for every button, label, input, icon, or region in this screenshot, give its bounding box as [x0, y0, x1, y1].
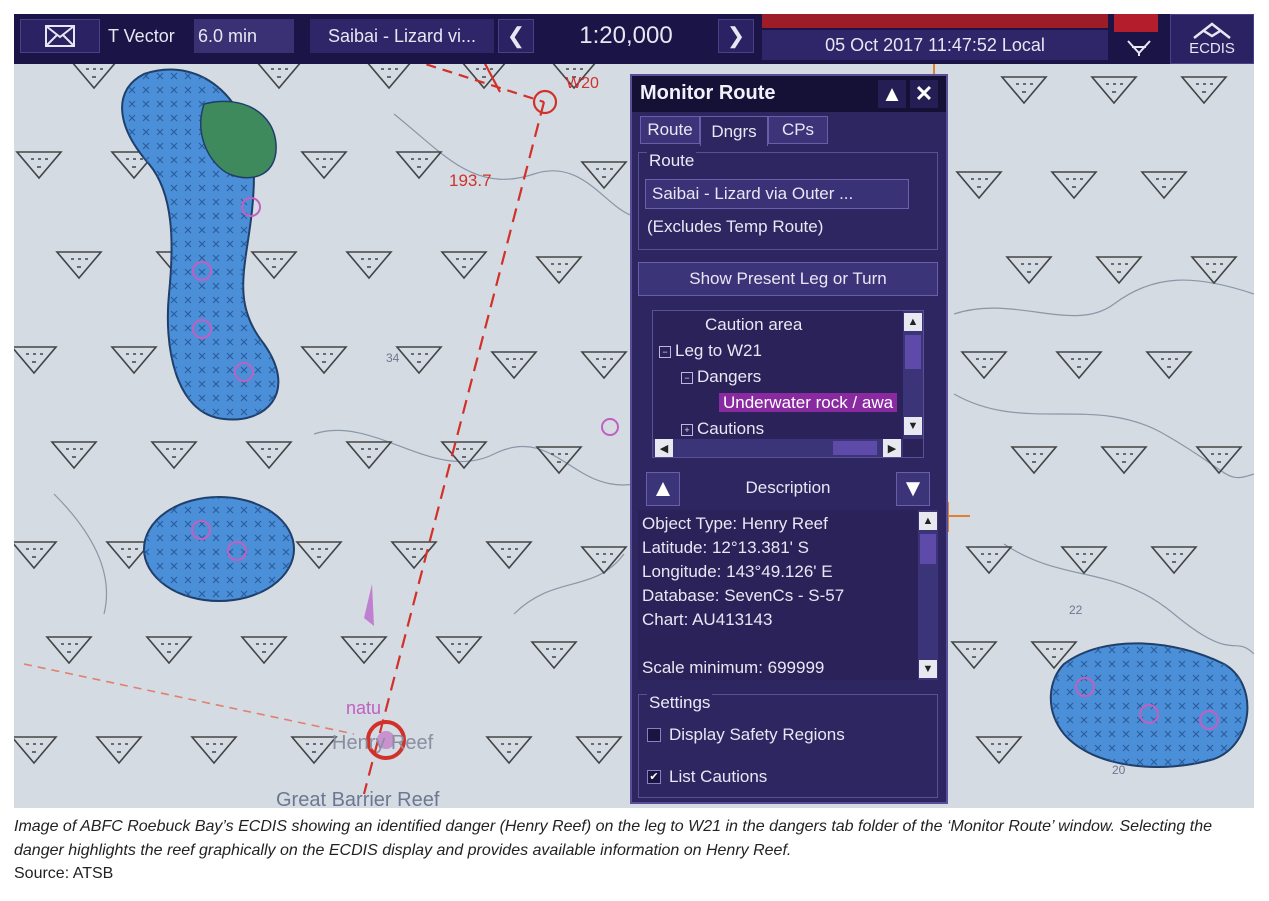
desc-latitude: Latitude: 12°13.381' S	[642, 538, 809, 557]
list-cautions-checkbox[interactable]: ✔ List Cautions	[647, 767, 767, 787]
ecdis-menu-button[interactable]: ECDIS	[1170, 14, 1254, 64]
tree-item-label: Leg to W21	[675, 341, 762, 360]
course-label: 193.7	[449, 171, 492, 190]
arrow-down-icon: ▼	[901, 475, 925, 502]
alarm-ack-icon[interactable]	[1114, 34, 1164, 62]
chevron-right-icon: ❯	[726, 23, 746, 48]
ecdis-screen: W20 193.7 Henry Reef natu Great Barrier …	[14, 14, 1254, 808]
tree-horizontal-scrollbar[interactable]: ◀ ▶	[653, 439, 903, 457]
tree-item-leg[interactable]: − Leg to W21	[659, 341, 762, 361]
collapse-icon[interactable]: −	[681, 371, 693, 384]
tree-item-caution-area[interactable]: Caution area	[705, 315, 802, 335]
settings-group-label: Settings	[647, 693, 713, 713]
display-safety-regions-checkbox[interactable]: Display Safety Regions	[647, 725, 845, 745]
scroll-down-icon[interactable]: ▼	[919, 660, 937, 678]
description-down-button[interactable]: ▼	[896, 472, 930, 506]
desc-database: Database: SevenCs - S-57	[642, 586, 845, 605]
close-window-button[interactable]: ✕	[910, 80, 938, 108]
alarm-strip[interactable]	[762, 14, 1108, 28]
depth-label: 22	[1069, 603, 1083, 617]
description-bar: ▲ Description ▼	[646, 472, 930, 506]
route-name-field[interactable]: Saibai - Lizard via Outer ...	[645, 179, 909, 209]
scroll-thumb[interactable]	[920, 534, 936, 564]
window-title-bar[interactable]: Monitor Route ▲ ✕	[632, 76, 946, 112]
tree-item-label: Caution area	[705, 315, 803, 334]
collapse-window-button[interactable]: ▲	[878, 80, 906, 108]
settings-group: Settings Display Safety Regions ✔ List C…	[638, 693, 938, 798]
alarm-indicator[interactable]	[1114, 14, 1158, 32]
scroll-thumb[interactable]	[833, 441, 877, 455]
dangers-tree: Caution area − Leg to W21 − Dangers Underw…	[652, 310, 924, 458]
tab-dangers[interactable]: Dngrs	[700, 116, 768, 146]
show-present-leg-button[interactable]: Show Present Leg or Turn	[638, 262, 938, 296]
caption-text: Image of ABFC Roebuck Bay’s ECDIS showin…	[14, 818, 1212, 859]
tree-item-label: Cautions	[697, 419, 765, 438]
mail-icon[interactable]	[20, 19, 100, 53]
expand-icon[interactable]: +	[681, 423, 693, 436]
scroll-up-icon[interactable]: ▲	[919, 512, 937, 530]
monitor-route-window: Monitor Route ▲ ✕ Route Dngrs CPs Route …	[630, 74, 948, 804]
description-up-button[interactable]: ▲	[646, 472, 680, 506]
tree-item-cautions[interactable]: + Cautions	[681, 419, 764, 439]
tree-vertical-scrollbar[interactable]: ▲ ▼	[903, 311, 923, 439]
tree-item-selected-danger[interactable]: Underwater rock / awa	[719, 393, 898, 413]
scale-decrease-button[interactable]: ❮	[498, 19, 534, 53]
figure-caption: Image of ABFC Roebuck Bay’s ECDIS showin…	[14, 815, 1254, 885]
scroll-left-icon[interactable]: ◀	[655, 439, 673, 457]
window-title: Monitor Route	[640, 82, 776, 104]
reef-area-middle	[143, 496, 295, 602]
active-route-name[interactable]: Saibai - Lizard vi...	[310, 19, 494, 53]
caption-source: Source: ATSB	[14, 865, 114, 882]
route-group: Route Saibai - Lizard via Outer ... (Exc…	[638, 151, 938, 250]
desc-scale-minimum: Scale minimum: 699999	[642, 658, 825, 677]
scroll-thumb[interactable]	[905, 335, 921, 369]
datetime-display: 05 Oct 2017 11:47:52 Local	[762, 30, 1108, 60]
desc-object-type: Object Type: Henry Reef	[642, 514, 828, 533]
region-label: Great Barrier Reef	[276, 789, 440, 808]
scroll-down-icon[interactable]: ▼	[904, 417, 922, 435]
nature-reserve-label: natu	[346, 698, 381, 718]
desc-longitude: Longitude: 143°49.126' E	[642, 562, 833, 581]
route-group-label: Route	[647, 151, 697, 171]
true-vector-label: T Vector	[108, 25, 175, 46]
checkmark-icon[interactable]: ✔	[647, 770, 661, 784]
tree-item-label: Dangers	[697, 367, 762, 386]
checkbox-label: Display Safety Regions	[669, 725, 845, 744]
ecdis-label: ECDIS	[1189, 39, 1235, 57]
tree-item-dangers[interactable]: − Dangers	[681, 367, 761, 387]
tab-cps[interactable]: CPs	[768, 116, 828, 144]
chart-scale: 1:20,000	[579, 22, 673, 49]
depth-label: 34	[386, 351, 400, 365]
desc-chart: Chart: AU413143	[642, 610, 773, 629]
description-label: Description	[745, 478, 831, 497]
top-toolbar: T Vector 6.0 min Saibai - Lizard vi... ❮…	[14, 14, 1254, 64]
chevron-left-icon: ❮	[506, 23, 526, 48]
ecdis-logo-icon	[1193, 21, 1231, 39]
checkbox-label: List Cautions	[669, 767, 768, 786]
close-icon: ✕	[914, 81, 934, 106]
depth-label: 20	[1112, 763, 1126, 777]
chevron-up-icon: ▲	[881, 81, 903, 106]
scroll-right-icon[interactable]: ▶	[883, 439, 901, 457]
description-scrollbar[interactable]: ▲ ▼	[918, 510, 938, 680]
arrow-up-icon: ▲	[651, 475, 675, 502]
waypoint-label: W20	[566, 75, 599, 92]
tab-bar: Route Dngrs CPs	[640, 116, 940, 146]
tab-route[interactable]: Route	[640, 116, 700, 144]
scroll-up-icon[interactable]: ▲	[904, 313, 922, 331]
collapse-icon[interactable]: −	[659, 345, 671, 358]
scale-increase-button[interactable]: ❯	[718, 19, 754, 53]
tree-item-label: Underwater rock / awa	[719, 393, 898, 412]
checkbox-unchecked[interactable]	[647, 728, 661, 742]
true-vector-value[interactable]: 6.0 min	[194, 19, 294, 53]
route-excludes-note: (Excludes Temp Route)	[647, 217, 824, 236]
description-panel: Object Type: Henry Reef Latitude: 12°13.…	[638, 510, 938, 680]
reef-name-label: Henry Reef	[332, 732, 434, 754]
